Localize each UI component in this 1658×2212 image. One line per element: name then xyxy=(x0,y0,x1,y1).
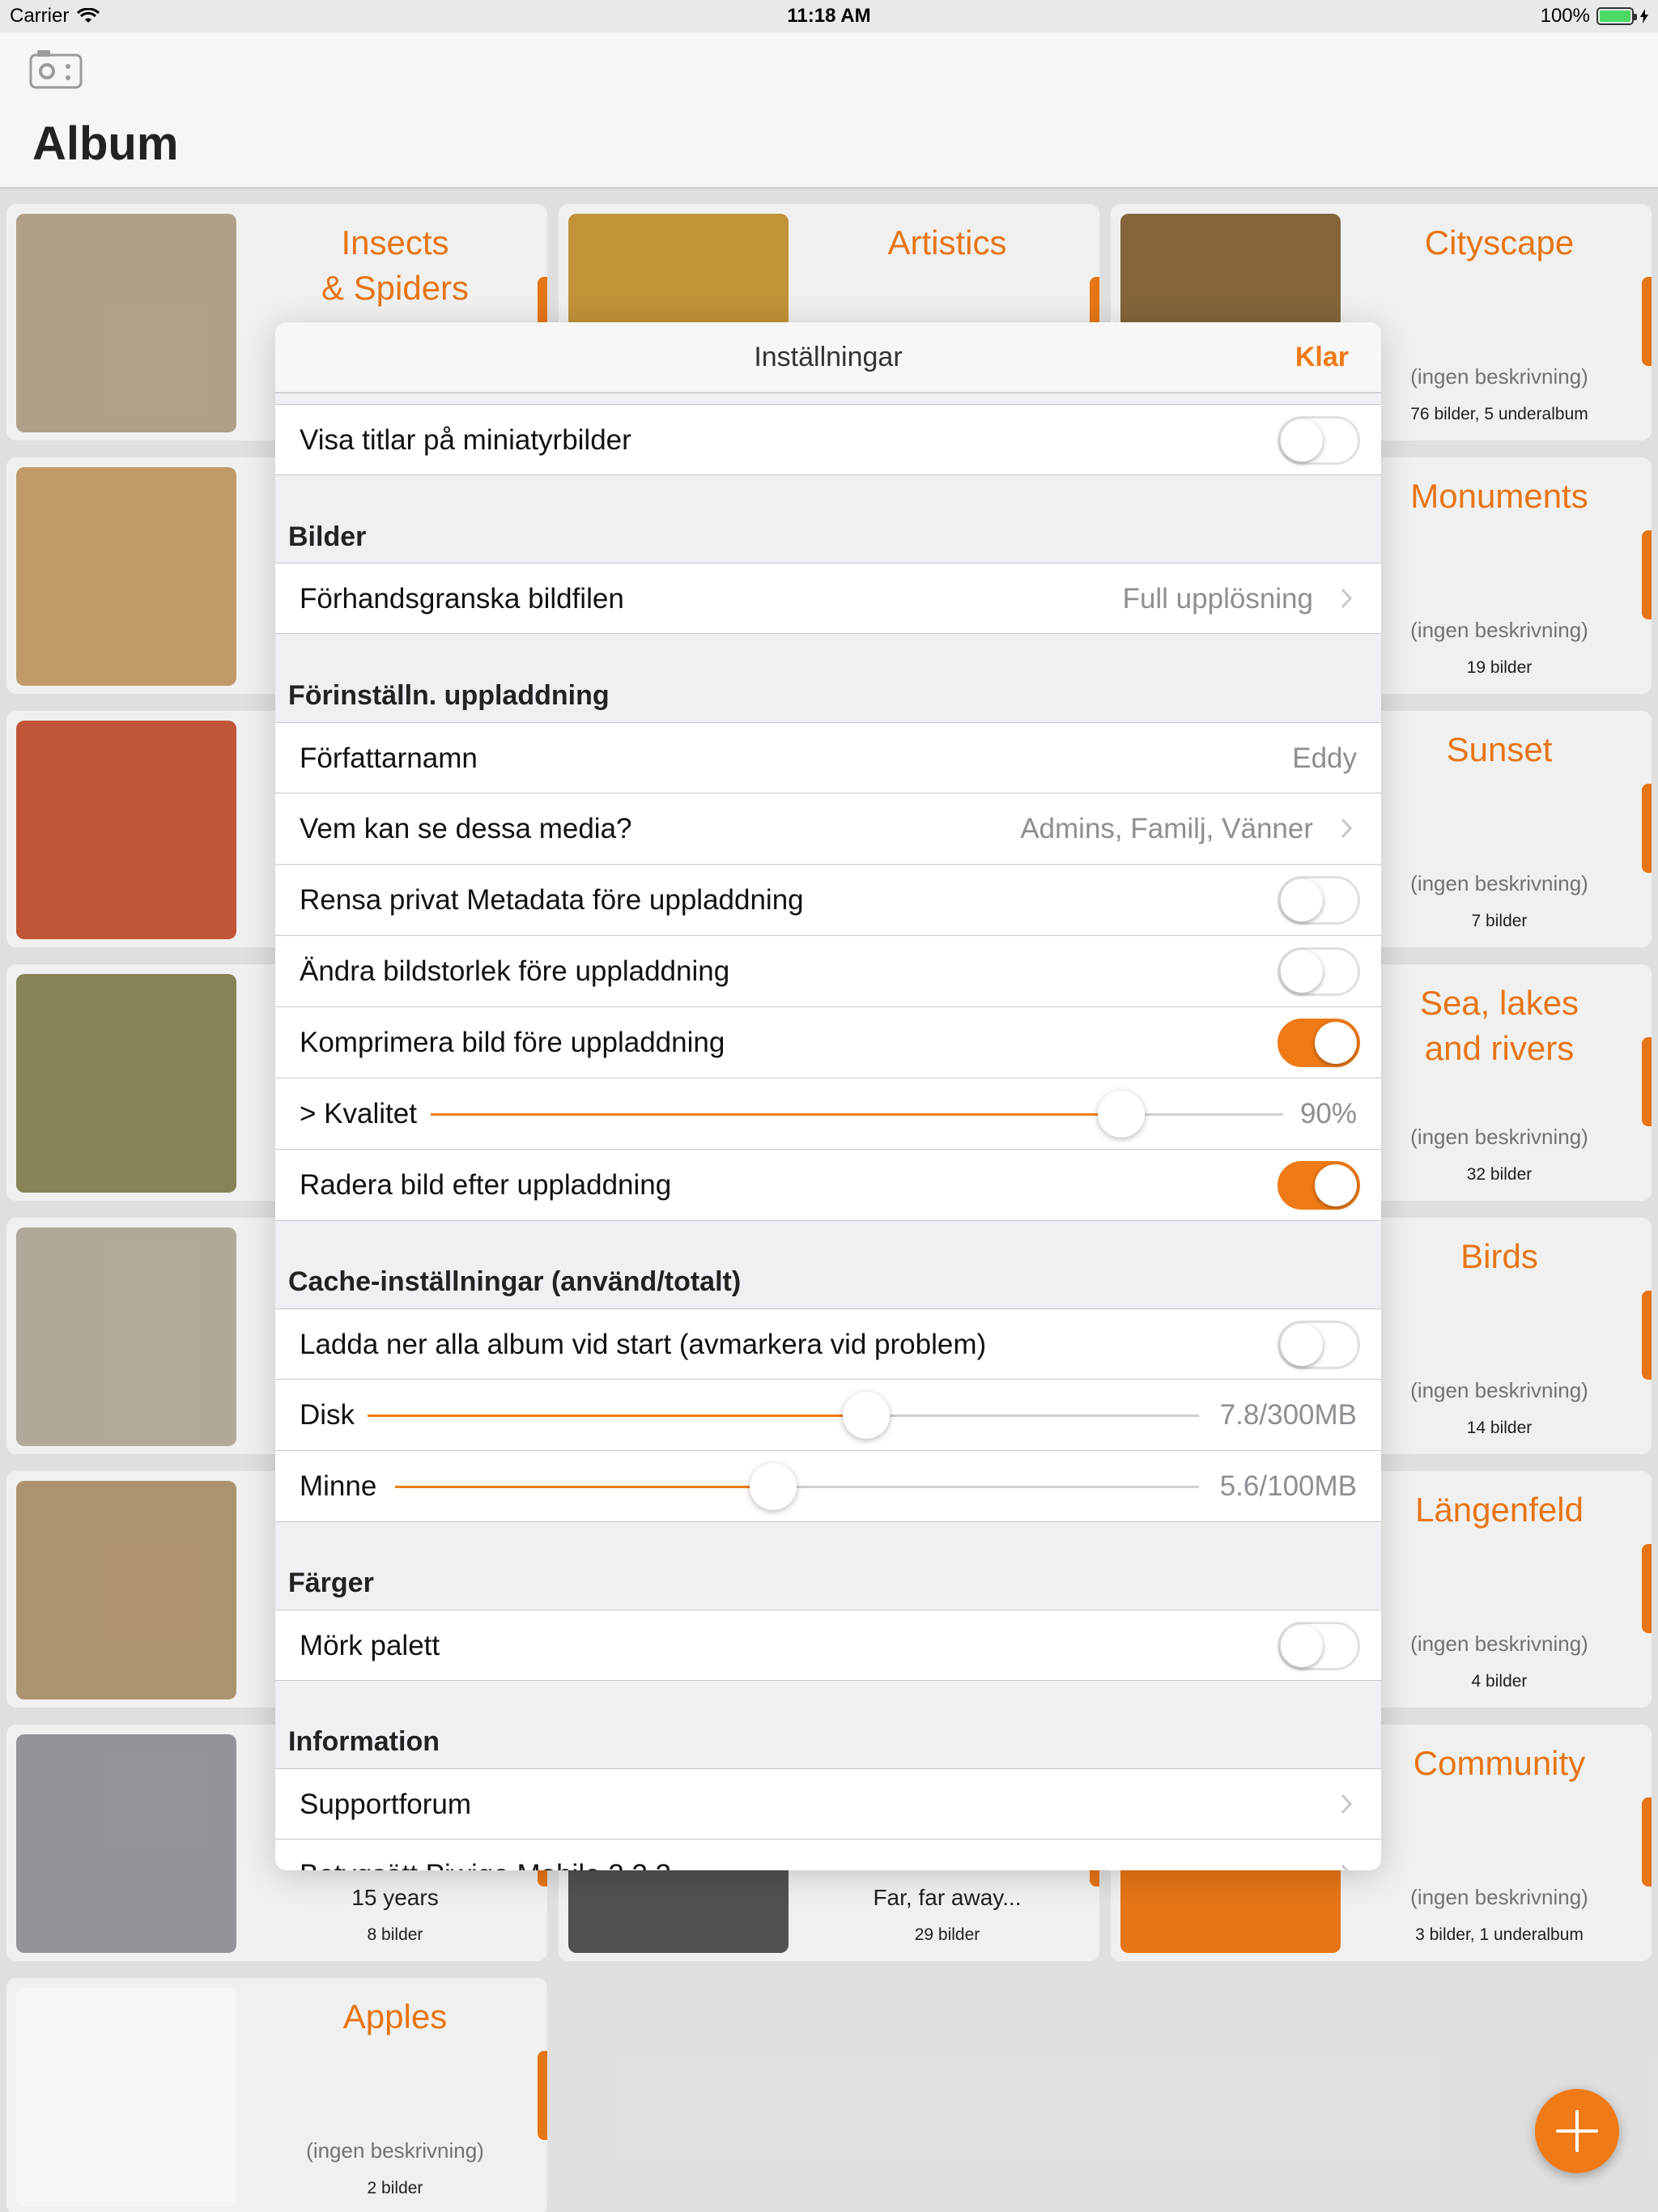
download-all-row: Ladda ner alla album vid start (avmarker… xyxy=(275,1308,1381,1380)
quality-value: 90% xyxy=(1299,1098,1357,1129)
memory-value: 5.6/100MB xyxy=(1219,1470,1357,1502)
compress-toggle[interactable] xyxy=(1278,1019,1360,1067)
quality-slider-knob[interactable] xyxy=(1097,1091,1145,1138)
download-all-label: Ladda ner alla album vid start (avmarker… xyxy=(300,1329,987,1360)
compress-label: Komprimera bild före uppladdning xyxy=(300,1027,725,1058)
info-section-header: Information xyxy=(288,1726,440,1757)
author-row[interactable]: Författarnamn Eddy xyxy=(275,722,1381,793)
battery-icon xyxy=(1596,7,1637,25)
disk-row: Disk 7.8/300MB xyxy=(275,1380,1381,1451)
delete-after-toggle[interactable] xyxy=(1278,1161,1360,1210)
modal-title: Inställningar xyxy=(754,342,903,372)
show-titles-label: Visa titlar på miniatyrbilder xyxy=(300,424,631,456)
quality-slider[interactable] xyxy=(431,1091,1283,1138)
resize-toggle[interactable] xyxy=(1278,947,1360,996)
support-label: Supportforum xyxy=(300,1789,472,1820)
settings-modal: Inställningar Klar Visa titlar på miniat… xyxy=(275,322,1381,1870)
add-button[interactable] xyxy=(1535,2089,1619,2173)
navigation-bar: Album xyxy=(0,32,1658,189)
about-row[interactable]: Betygsätt Piwigo Mobile 2.3.3 xyxy=(275,1840,1381,1870)
dark-palette-toggle[interactable] xyxy=(1278,1622,1360,1670)
memory-slider-knob[interactable] xyxy=(749,1463,797,1510)
download-all-toggle[interactable] xyxy=(1278,1321,1360,1369)
done-button[interactable]: Klar xyxy=(1295,342,1349,373)
show-titles-row: Visa titlar på miniatyrbilder xyxy=(275,404,1381,475)
clock: 11:18 AM xyxy=(787,5,871,27)
settings-icon[interactable] xyxy=(29,49,83,89)
show-titles-toggle[interactable] xyxy=(1278,416,1360,465)
disk-label: Disk xyxy=(300,1399,355,1431)
disk-value: 7.8/300MB xyxy=(1219,1399,1357,1431)
author-value[interactable]: Eddy xyxy=(1292,742,1357,775)
chevron-right-icon xyxy=(1341,1864,1349,1870)
preview-value: Full upplösning xyxy=(1122,583,1313,615)
delete-after-row: Radera bild efter uppladdning xyxy=(275,1150,1381,1221)
modal-header: Inställningar Klar xyxy=(275,322,1381,393)
privacy-row[interactable]: Vem kan se dessa media? Admins, Familj, … xyxy=(275,793,1381,865)
upload-section-header: Förinställn. uppladdning xyxy=(288,680,610,711)
plus-icon xyxy=(1556,2110,1598,2152)
delete-after-label: Radera bild efter uppladdning xyxy=(300,1169,672,1201)
quality-row: > Kvalitet 90% xyxy=(275,1078,1381,1150)
author-label: Författarnamn xyxy=(300,742,478,774)
chevron-right-icon xyxy=(1341,1793,1353,1814)
preview-label: Förhandsgranska bildfilen xyxy=(300,583,624,615)
memory-label: Minne xyxy=(300,1470,377,1502)
chevron-right-icon xyxy=(1341,588,1353,609)
quality-label: > Kvalitet xyxy=(300,1098,417,1129)
resize-row: Ändra bildstorlek före uppladdning xyxy=(275,936,1381,1007)
disk-slider-knob[interactable] xyxy=(843,1392,891,1439)
compress-row: Komprimera bild före uppladdning xyxy=(275,1007,1381,1078)
privacy-value: Admins, Familj, Vänner xyxy=(1020,813,1313,844)
battery-percent: 100% xyxy=(1540,5,1590,27)
status-bar: Carrier 11:18 AM 100% xyxy=(0,0,1658,32)
dark-palette-row: Mörk palett xyxy=(275,1610,1381,1681)
colors-section-header: Färger xyxy=(288,1568,374,1598)
privacy-label: Vem kan se dessa media? xyxy=(300,813,632,844)
strip-metadata-toggle[interactable] xyxy=(1278,876,1360,925)
support-row[interactable]: Supportforum xyxy=(275,1768,1381,1840)
resize-label: Ändra bildstorlek före uppladdning xyxy=(300,955,730,987)
page-title: Album xyxy=(32,117,179,170)
memory-slider[interactable] xyxy=(395,1463,1199,1510)
cache-section-header: Cache-inställningar (använd/totalt) xyxy=(288,1266,742,1297)
disk-slider[interactable] xyxy=(368,1392,1199,1439)
images-section-header: Bilder xyxy=(288,521,367,552)
memory-row: Minne 5.6/100MB xyxy=(275,1451,1381,1522)
chevron-right-icon xyxy=(1341,818,1353,839)
preview-row[interactable]: Förhandsgranska bildfilen Full upplösnin… xyxy=(275,563,1381,634)
dark-palette-label: Mörk palett xyxy=(300,1630,440,1661)
strip-metadata-row: Rensa privat Metadata före uppladdning xyxy=(275,865,1381,936)
about-label: Betygsätt Piwigo Mobile 2.3.3 xyxy=(300,1859,671,1870)
strip-metadata-label: Rensa privat Metadata före uppladdning xyxy=(300,884,804,916)
charging-icon xyxy=(1640,9,1648,23)
